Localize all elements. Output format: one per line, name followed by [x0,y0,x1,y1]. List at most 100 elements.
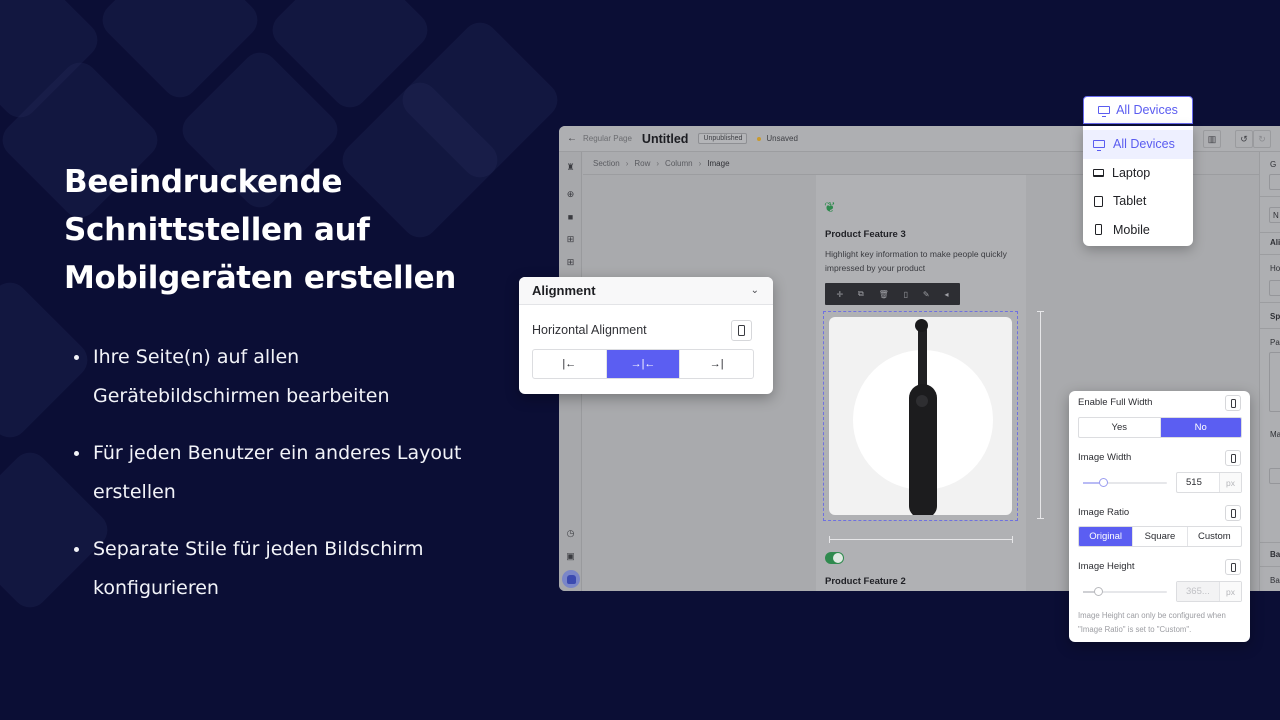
element-toolbar: ✛ ⧉ 🗑 ▯ ✎ ◂ [825,283,960,305]
feature-bullet-list: Ihre Seite(n) auf allen Gerätebildschirm… [72,338,492,626]
responsive-device-button[interactable] [1225,395,1241,411]
ratio-square-button[interactable]: Square [1133,527,1188,546]
grid-icon[interactable]: ⊞ [564,233,577,246]
responsive-device-button[interactable] [731,320,752,341]
unsaved-indicator-dot [757,136,762,141]
panel-field[interactable] [1269,280,1280,296]
page-type-link[interactable]: Regular Page [583,134,632,143]
breadcrumb-item[interactable]: Column [665,159,693,168]
device-selector-trigger[interactable]: All Devices [1083,96,1193,124]
full-width-no-button[interactable]: No [1160,418,1241,437]
feature-description[interactable]: Highlight key information to make people… [825,247,1015,275]
horizontal-alignment-label: Horizontal Alignment [532,323,647,337]
settings-sliders-icon[interactable]: ▥ [1203,130,1221,148]
bullet-dot [74,547,79,552]
delete-icon[interactable]: 🗑 [879,290,889,299]
mobile-icon [1095,224,1102,236]
panel-divider [1260,566,1280,567]
visibility-toggle[interactable] [825,552,844,564]
status-badge: Unpublished [698,133,748,144]
undo-icon[interactable]: ↺ [1235,130,1253,148]
align-center-button[interactable]: →|← [606,350,681,378]
image-ratio-segmented: Original Square Custom [1078,526,1242,547]
unit-label: px [1219,582,1241,601]
toothbrush-button [916,395,928,407]
code-icon[interactable]: ▣ [564,550,577,563]
align-right-button[interactable]: →| [680,350,753,378]
selected-image-element[interactable] [823,311,1018,521]
device-option-mobile[interactable]: Mobile [1083,216,1193,245]
device-option-label: Tablet [1113,194,1147,209]
ratio-original-button[interactable]: Original [1079,527,1134,546]
device-option-label: Mobile [1113,222,1150,237]
device-option-tablet[interactable]: Tablet [1083,187,1193,216]
image-width-slider[interactable] [1083,478,1167,487]
arrow-left-icon[interactable]: ← [567,133,577,144]
feature-title[interactable]: Product Feature 3 [825,229,906,240]
bullet-dot [74,355,79,360]
device-option-all-devices[interactable]: All Devices [1083,130,1193,159]
panel-divider [1260,254,1280,255]
collapse-icon[interactable]: ◂ [945,290,949,299]
layers-icon[interactable]: ♜ [564,161,577,174]
panel-divider [1260,542,1280,543]
page-title[interactable]: Untitled [642,132,689,146]
responsive-device-button[interactable] [1225,450,1241,466]
mobile-icon [1230,398,1236,408]
hero-heading-block: Beeindruckende Schnittstellen auf Mobilg… [64,158,484,302]
redo-icon[interactable]: ↻ [1253,130,1271,148]
apps-add-icon[interactable]: ⊞ [564,256,577,269]
mobile-icon [1230,453,1236,463]
avatar[interactable] [562,570,580,588]
device-selector-menu: All Devices Laptop Tablet Mobile [1083,126,1193,246]
chevron-down-icon[interactable]: ⌄ [751,285,759,296]
panel-section-title: Ba [1270,550,1280,559]
panel-label: Ba [1270,576,1280,585]
bullet-line: Separate Stile für jeden Bildschirm [93,538,424,560]
save-status: Unsaved [766,134,798,143]
mobile-icon [738,325,745,336]
responsive-device-button[interactable] [1225,505,1241,521]
add-icon[interactable]: ⊕ [564,188,577,201]
panel-field[interactable] [1269,468,1280,484]
image-height-input[interactable]: 365... px [1176,581,1242,602]
shopify-icon[interactable]: ■ [564,210,577,223]
product-image [829,317,1012,515]
copy-style-icon[interactable]: ▯ [904,290,908,299]
breadcrumb-item[interactable]: Section [593,159,620,168]
panel-field[interactable] [1269,174,1280,190]
image-height-value[interactable]: 365... [1177,582,1219,601]
image-width-input[interactable]: 515 px [1176,472,1242,493]
ratio-custom-button[interactable]: Custom [1188,527,1241,546]
responsive-device-button[interactable] [1225,559,1241,575]
full-width-label: Enable Full Width [1078,397,1153,408]
panel-section-title: Ali [1270,238,1280,247]
duplicate-icon[interactable]: ⧉ [858,289,864,299]
slider-knob[interactable] [1094,587,1103,596]
bullet-line: konfigurieren [93,576,219,599]
breadcrumb-item[interactable]: Row [634,159,650,168]
full-width-yes-button[interactable]: Yes [1079,418,1161,437]
align-left-button[interactable]: |← [533,350,607,378]
history-icon[interactable]: ◷ [564,527,577,540]
slider-knob[interactable] [1099,478,1108,487]
panel-divider [1260,232,1280,233]
feature-bullet: Für jeden Benutzer ein anderes Layout er… [72,434,492,511]
device-option-laptop[interactable]: Laptop [1083,159,1193,188]
desktop-icon [1098,106,1111,117]
bullet-line: Gerätebildschirmen bearbeiten [93,384,390,407]
width-measure-guide [829,536,1013,543]
image-height-slider[interactable] [1083,587,1167,596]
feature-title[interactable]: Product Feature 2 [825,576,906,587]
image-width-value[interactable]: 515 [1177,473,1219,492]
paint-icon[interactable]: ✎ [923,290,930,299]
image-ratio-label: Image Ratio [1078,507,1130,518]
image-height-label: Image Height [1078,561,1135,572]
unit-label: px [1219,473,1241,492]
spacing-box[interactable] [1269,352,1280,412]
image-height-help-text: Image Height can only be configured when… [1078,611,1226,634]
full-width-segmented: Yes No [1078,417,1242,438]
move-icon[interactable]: ✛ [836,290,843,299]
hero-title: Beeindruckende Schnittstellen auf Mobilg… [64,158,484,302]
alignment-card-header[interactable]: Alignment ⌄ [519,277,773,305]
